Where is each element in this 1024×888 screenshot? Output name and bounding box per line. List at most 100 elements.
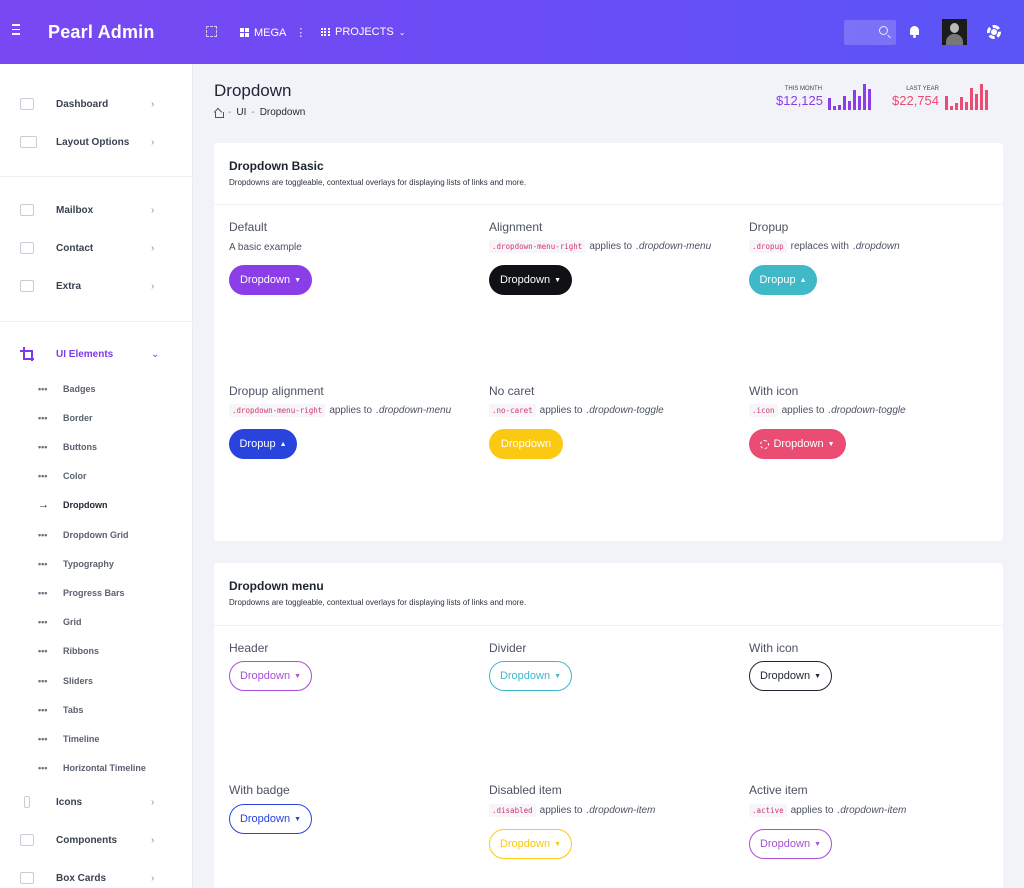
dots-icon: ••• [38,413,48,423]
submenu-item-grid[interactable]: ••• Grid [0,612,193,632]
cell-title: With badge [229,783,290,797]
cell-description: A basic example [229,242,302,253]
settings-icon [760,439,770,449]
notification-bell-icon[interactable] [909,25,920,38]
submenu-item-timeline[interactable]: ••• Timeline [0,729,193,749]
submenu-item-border[interactable]: ••• Border [0,408,193,428]
stat-label: LAST YEAR [906,86,939,92]
cell-description: .dropdown-menu-right applies to .dropdow… [489,240,711,253]
dots-icon: ••• [38,471,48,481]
brand-logo[interactable]: Pearl Admin [48,22,155,43]
sparkline-bar [985,90,988,110]
code-snippet: .disabled [489,804,536,817]
dropdown-with-icon-menu-button[interactable]: Dropdown ▼ [749,661,832,691]
grid-icon [20,834,34,846]
submenu-item-sliders[interactable]: ••• Sliders [0,671,193,691]
caret-down-icon: ▼ [814,672,822,680]
sidebar-item-components[interactable]: Components › [0,825,193,855]
settings-gear-icon[interactable] [987,25,1001,39]
sparkline-bar [945,96,948,110]
submenu-item-buttons[interactable]: ••• Buttons [0,437,193,457]
sparkline-bar [848,101,851,110]
submenu-label: Horizontal Timeline [63,763,146,773]
submenu-item-horizontal-timeline[interactable]: ••• Horizontal Timeline [0,758,193,778]
sparkline-this-month [828,84,872,110]
sidebar-item-box-cards[interactable]: Box Cards › [0,863,193,888]
fullscreen-icon[interactable] [206,26,217,37]
sidebar-item-label: Components [56,834,118,846]
box-icon [20,872,34,884]
stat-this-month: THIS MONTH $12,125 [776,86,823,108]
dropdown-default-button[interactable]: Dropdown ▼ [229,265,312,295]
description-text: applies to [790,805,834,816]
sidebar-item-ui-elements[interactable]: UI Elements ⌄ [0,339,193,369]
home-icon[interactable] [214,109,224,118]
button-label: Dropdown [239,274,291,286]
caret-down-icon: ▼ [554,276,562,284]
submenu-item-badges[interactable]: ••• Badges [0,379,193,399]
sidebar-item-icons[interactable]: Icons › [0,787,193,817]
button-label: Dropdown [500,438,552,450]
button-label: Dropdown [759,838,811,850]
dots-icon: ••• [38,384,48,394]
search-icon[interactable] [879,26,888,35]
mega-menu-button[interactable]: MEGA ⋮ [240,26,306,39]
cell-description: .disabled applies to .dropdown-item [489,804,655,817]
sparkline-bar [960,97,963,110]
user-avatar[interactable] [942,19,967,45]
dropdown-active-item-button[interactable]: Dropdown ▼ [749,829,832,859]
projects-menu-button[interactable]: PROJECTS ⌄ [321,26,405,38]
dropdown-with-badge-button[interactable]: Dropdown ▼ [229,804,312,834]
breadcrumb: - UI - Dropdown [214,107,305,118]
submenu-item-dropdown[interactable]: → Dropdown [0,495,193,515]
dropdown-alignment-button[interactable]: Dropdown ▼ [489,265,572,295]
sidebar-item-dashboard[interactable]: Dashboard › [0,89,193,119]
sidebar-item-contact[interactable]: Contact › [0,233,193,263]
dropup-alignment-button[interactable]: Dropup ▲ [229,429,297,459]
dropup-button[interactable]: Dropup ▲ [749,265,817,295]
chevron-right-icon: › [151,280,155,292]
dropdown-disabled-item-button[interactable]: Dropdown ▼ [489,829,572,859]
submenu-item-typography[interactable]: ••• Typography [0,554,193,574]
search-input[interactable] [844,20,896,45]
pin-icon [24,796,30,808]
submenu-item-progress-bars[interactable]: ••• Progress Bars [0,583,193,603]
sidebar-item-layout-options[interactable]: Layout Options › [0,127,193,157]
cell-title: With icon [749,384,799,398]
sparkline-bar [980,84,983,110]
hamburger-menu-icon[interactable] [12,24,24,40]
cell-description: .icon applies to .dropdown-toggle [749,404,906,417]
submenu-item-ribbons[interactable]: ••• Ribbons [0,641,193,661]
sidebar-item-label: Extra [56,280,82,292]
sparkline-bar [950,106,953,110]
sidebar-item-mailbox[interactable]: Mailbox › [0,195,193,225]
button-label: Dropdown [499,670,551,682]
dropdown-with-icon-button[interactable]: Dropdown ▼ [749,429,846,459]
sidebar-item-label: Box Cards [56,872,107,884]
chevron-right-icon: › [151,136,155,148]
caret-down-icon: ▼ [554,672,562,680]
button-label: Dropdown [239,670,291,682]
contact-icon [20,242,34,254]
sidebar-item-extra[interactable]: Extra › [0,271,193,301]
dots-icon: ••• [38,617,48,627]
description-text: applies to [589,241,633,252]
submenu-label: Tabs [63,705,84,715]
submenu-item-color[interactable]: ••• Color [0,466,193,486]
description-text: applies to [539,805,583,816]
stat-value: $22,754 [892,93,939,108]
dots-icon: ••• [38,705,48,715]
sidebar: Dashboard › Layout Options › Mailbox › C… [0,64,193,888]
dropdown-header-button[interactable]: Dropdown ▼ [229,661,312,691]
caret-down-icon: ▼ [294,672,302,680]
breadcrumb-item[interactable]: UI [236,107,246,118]
dropdown-divider-button[interactable]: Dropdown ▼ [489,661,572,691]
submenu-item-tabs[interactable]: ••• Tabs [0,700,193,720]
submenu-item-dropdown-grid[interactable]: ••• Dropdown Grid [0,525,193,545]
submenu-label: Sliders [63,676,94,686]
dropdown-no-caret-button[interactable]: Dropdown [489,429,563,459]
description-class: .dropdown-toggle [586,405,664,416]
button-label: Dropdown [773,438,824,450]
code-snippet: .active [749,804,787,817]
button-label: Dropdown [499,274,551,286]
